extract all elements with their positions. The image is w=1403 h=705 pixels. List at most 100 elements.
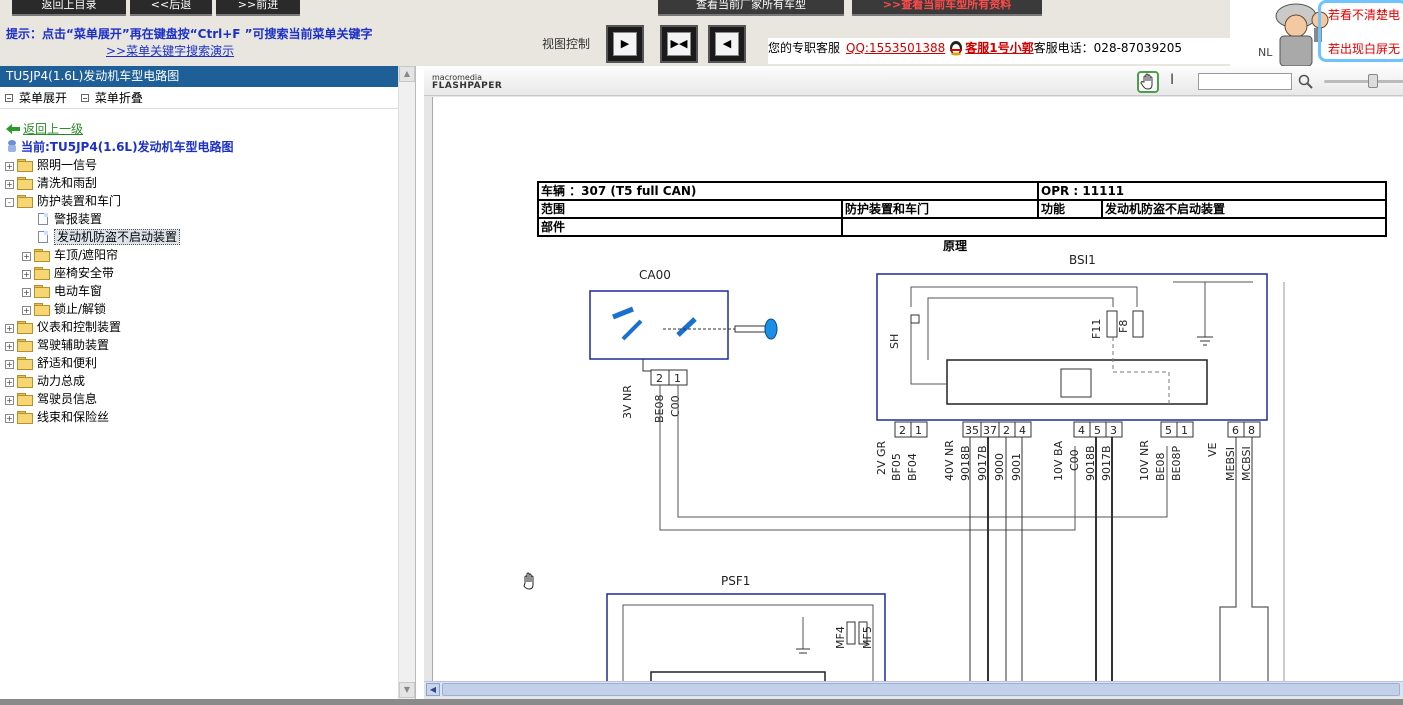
- bsi1-dashed-link: [1112, 337, 1170, 407]
- tree-item[interactable]: + 动力总成: [0, 372, 398, 390]
- tree-item-label: 电动车窗: [54, 284, 103, 298]
- bsi1-down-wires: [969, 282, 1285, 682]
- zoom-slider-track[interactable]: [1324, 80, 1403, 83]
- folder-icon: [17, 339, 33, 352]
- bsi1-pin-label: 4: [1078, 424, 1085, 437]
- ca00-wire-label-3vnr: 3V NR: [621, 385, 634, 419]
- expand-toggle-icon[interactable]: +: [22, 288, 31, 297]
- expand-toggle-icon[interactable]: +: [5, 342, 14, 351]
- expand-toggle-icon[interactable]: +: [5, 414, 14, 423]
- view-expand-button[interactable]: ▶: [606, 25, 644, 63]
- collapse-toggle-icon[interactable]: -: [5, 198, 14, 207]
- tree-item[interactable]: + 电动车窗: [0, 282, 398, 300]
- view-split-button[interactable]: ▶◀: [660, 25, 698, 63]
- view-control-label: 视图控制: [542, 37, 591, 51]
- scroll-up-icon[interactable]: ▲: [399, 66, 415, 82]
- tree-item[interactable]: + 座椅安全带: [0, 264, 398, 282]
- text-select-tool[interactable]: I: [1170, 72, 1174, 88]
- qq-link[interactable]: QQ:1553501388: [846, 41, 945, 55]
- viewer-search-input[interactable]: [1198, 73, 1292, 90]
- wire-label: 9001: [1010, 453, 1023, 481]
- tree-item[interactable]: 警报装置: [0, 210, 398, 228]
- sidebar-scrollbar[interactable]: ▲ ▼: [398, 66, 415, 699]
- fuse-f11: [1106, 310, 1118, 338]
- back-up-link[interactable]: 返回上一级: [0, 120, 398, 138]
- unclear-hint: 若看不清楚电: [1328, 8, 1401, 22]
- folder-icon: [17, 357, 33, 370]
- tree-item[interactable]: + 车顶/遮阳帘: [0, 246, 398, 264]
- tree-item[interactable]: + 仪表和控制装置: [0, 318, 398, 336]
- location-icon: [8, 140, 16, 152]
- bsi1-pin-label: 35: [965, 424, 979, 437]
- scrollbar-thumb[interactable]: [442, 683, 1400, 696]
- menu-expand-label: 菜单展开: [19, 91, 68, 105]
- tree-item[interactable]: + 驾驶辅助装置: [0, 336, 398, 354]
- document-page: 车辆 ：307 (T5 full CAN) OPR : 11111 范围 防护装…: [432, 97, 1403, 682]
- wire-label: C00: [1068, 449, 1081, 471]
- hand-tool-button[interactable]: [1137, 71, 1159, 93]
- wire-label: BE08P: [1170, 446, 1183, 481]
- wire-label: BF04: [906, 453, 919, 481]
- document-icon: [38, 231, 48, 243]
- horizontal-scrollbar[interactable]: ◀: [424, 681, 1403, 697]
- expand-toggle-icon[interactable]: +: [22, 306, 31, 315]
- search-demo-link[interactable]: >>菜单关键字搜索演示: [106, 42, 234, 59]
- tree-item[interactable]: + 清洗和雨刮: [0, 174, 398, 192]
- folder-icon: [34, 285, 50, 298]
- sidebar-title: TU5JP4(1.6L)发动机车型电路图: [0, 66, 415, 87]
- back-to-catalog-button[interactable]: 返回上目录: [12, 0, 126, 16]
- search-icon[interactable]: [1298, 74, 1314, 90]
- component-label-ca00: CA00: [639, 268, 671, 282]
- qq-penguin-icon[interactable]: [947, 38, 965, 56]
- scroll-down-icon[interactable]: ▼: [399, 682, 415, 698]
- expand-toggle-icon[interactable]: +: [5, 360, 14, 369]
- expand-toggle-icon[interactable]: +: [5, 396, 14, 405]
- expand-toggle-icon[interactable]: +: [5, 324, 14, 333]
- view-all-models-button[interactable]: 查看当前厂家所有车型: [658, 0, 844, 16]
- white-screen-hint: 若出现白屏无: [1328, 42, 1401, 56]
- tree-item[interactable]: + 线束和保险丝: [0, 408, 398, 426]
- tree-item[interactable]: + 驾驶员信息: [0, 390, 398, 408]
- tree-item-label: 动力总成: [37, 374, 86, 388]
- fuse-f8-label: F8: [1117, 320, 1130, 333]
- bsi1-box: [876, 273, 1268, 421]
- bsi1-pin-label: 6: [1232, 424, 1239, 437]
- back-button[interactable]: <<后退: [130, 0, 212, 16]
- tree-item-label: 座椅安全带: [54, 266, 115, 280]
- wire-label: 9000: [993, 453, 1006, 481]
- tree-item-label: 驾驶辅助装置: [37, 338, 110, 352]
- scroll-left-icon[interactable]: ◀: [426, 683, 440, 696]
- wire-label: MEBSI: [1224, 447, 1237, 481]
- zoom-slider-thumb[interactable]: [1368, 74, 1378, 88]
- key-icon: [764, 318, 778, 340]
- arrow-right-icon: ▶: [613, 32, 637, 56]
- bsi1-wire-labels: 2V GR BF05 BF04 40V NR 9018B 9017B 9000 …: [875, 440, 1253, 481]
- tree-item[interactable]: + 锁止/解锁: [0, 300, 398, 318]
- menu-collapse-button[interactable]: 菜单折叠: [80, 91, 143, 105]
- expand-toggle-icon[interactable]: +: [5, 180, 14, 189]
- key-blade-icon: [734, 325, 766, 333]
- bsi1-pin-label: 5: [1165, 424, 1172, 437]
- menu-expand-button[interactable]: 菜单展开: [5, 91, 67, 105]
- forward-button[interactable]: >>前进: [216, 0, 300, 16]
- tree-item[interactable]: - 防护装置和车门: [0, 192, 398, 210]
- tree-item[interactable]: 发动机防盗不启动装置: [0, 228, 398, 246]
- expand-toggle-icon[interactable]: +: [22, 252, 31, 261]
- view-all-docs-button[interactable]: >>查看当前车型所有资料: [852, 0, 1042, 16]
- tree-item-label: 清洗和雨刮: [37, 176, 98, 190]
- tree-item[interactable]: + 舒适和便利: [0, 354, 398, 372]
- expand-toggle-icon[interactable]: +: [22, 270, 31, 279]
- expand-toggle-icon[interactable]: +: [5, 162, 14, 171]
- tree-item-label: 驾驶员信息: [37, 392, 98, 406]
- view-collapse-button[interactable]: ◀: [708, 25, 746, 63]
- ca00-wire-stub: [642, 359, 655, 372]
- tree-item[interactable]: + 照明一信号: [0, 156, 398, 174]
- ca00-pin-1-label: 1: [674, 372, 681, 385]
- tree-item-label: 锁止/解锁: [54, 302, 107, 316]
- expand-toggle-icon[interactable]: +: [5, 378, 14, 387]
- top-header: 返回上目录 <<后退 >>前进 查看当前厂家所有车型 >>查看当前车型所有资料 …: [0, 0, 1230, 66]
- viewer-toolbar: macromedia FLASHPAPER I: [424, 66, 1403, 96]
- document-icon: [38, 213, 48, 225]
- tree-item-label: 线束和保险丝: [37, 410, 110, 424]
- service-agent-link[interactable]: 客服1号小郭: [965, 41, 1033, 55]
